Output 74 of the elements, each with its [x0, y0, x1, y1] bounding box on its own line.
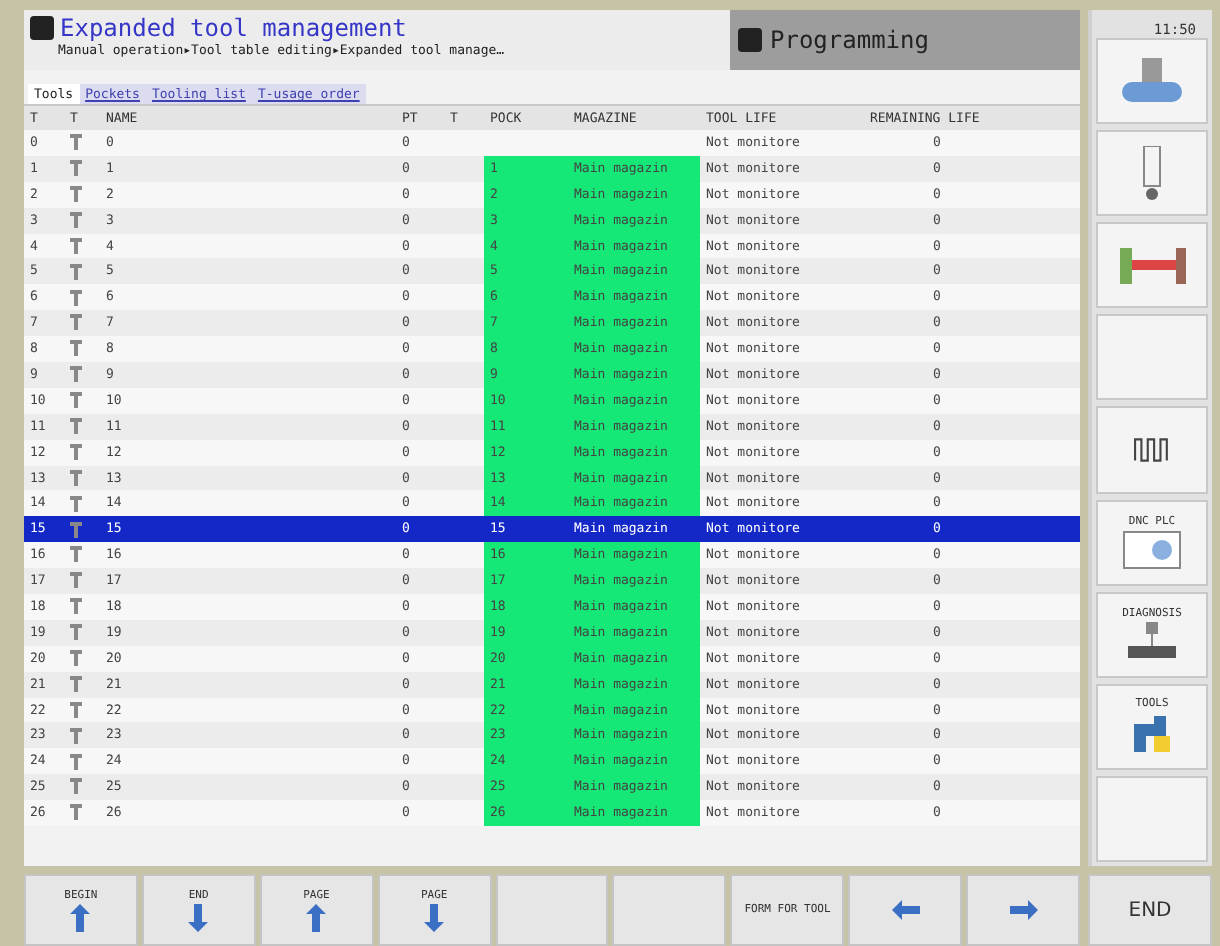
table-cell — [444, 284, 484, 311]
table-cell — [1004, 490, 1080, 517]
table-cell — [444, 490, 484, 517]
network-icon — [1122, 621, 1182, 662]
window-icon — [1122, 529, 1182, 570]
table-cell — [1004, 465, 1080, 491]
table-cell — [1004, 722, 1080, 749]
arrow-icon — [891, 898, 920, 922]
table-cell — [1004, 233, 1080, 259]
side-softkey[interactable] — [1096, 406, 1208, 494]
table-cell — [1004, 336, 1080, 363]
table-cell — [1004, 594, 1080, 620]
table-cell — [1004, 258, 1080, 285]
python-icon — [1130, 711, 1174, 756]
table-cell — [444, 748, 484, 775]
table-cell — [444, 207, 484, 234]
table-cell — [444, 594, 484, 620]
table-cell — [444, 568, 484, 595]
table-cell — [444, 671, 484, 698]
spindle-icon — [1118, 57, 1186, 106]
table-cell — [1004, 671, 1080, 698]
table-cell — [1004, 310, 1080, 337]
table-cell — [1004, 619, 1080, 646]
table-cell — [1004, 439, 1080, 466]
table-cell — [444, 619, 484, 646]
table-cell — [444, 542, 484, 569]
arrow-icon — [422, 903, 447, 931]
table-cell — [444, 155, 484, 182]
table-cell — [444, 465, 484, 491]
arrow-icon — [186, 903, 211, 931]
table-cell — [1004, 748, 1080, 775]
table-cell — [444, 258, 484, 285]
softkey[interactable] — [848, 874, 963, 946]
arrow-icon — [1009, 898, 1038, 922]
table-cell — [444, 800, 484, 827]
tool-icon — [1138, 145, 1166, 202]
arrow-icon — [304, 903, 329, 931]
table-cell — [444, 387, 484, 414]
table-cell — [1004, 387, 1080, 414]
table-cell — [1004, 130, 1080, 156]
table-cell — [444, 774, 484, 801]
table-cell — [1004, 413, 1080, 440]
table-cell — [1004, 181, 1080, 208]
table-cell — [1004, 774, 1080, 801]
end-softkey[interactable]: END — [1088, 874, 1212, 946]
waveform-icon — [1134, 437, 1170, 462]
table-cell — [444, 233, 484, 259]
table-cell — [444, 310, 484, 337]
table-cell — [1004, 207, 1080, 234]
table-cell — [444, 697, 484, 723]
side-softkey[interactable] — [1096, 130, 1208, 217]
table-cell — [1004, 155, 1080, 182]
mode-title: Programming — [770, 26, 929, 54]
window-title: Expanded tool management — [60, 14, 407, 42]
table-cell — [1004, 542, 1080, 569]
softkey[interactable] — [966, 874, 1080, 946]
table-cell — [444, 722, 484, 749]
side-softkey[interactable] — [1096, 222, 1208, 309]
table-cell — [1004, 568, 1080, 595]
table-cell — [444, 336, 484, 363]
table-cell — [1004, 516, 1080, 543]
table-cell — [444, 439, 484, 466]
table-cell — [1004, 284, 1080, 311]
logo-icon — [30, 16, 54, 40]
table-cell — [444, 181, 484, 208]
arrow-icon — [68, 903, 93, 931]
logo-icon — [738, 28, 762, 52]
table-cell — [1004, 645, 1080, 672]
table-cell — [1004, 697, 1080, 723]
table-cell — [444, 362, 484, 388]
table-cell — [444, 413, 484, 440]
table-cell — [1004, 106, 1080, 130]
table-cell — [444, 645, 484, 672]
table-cell — [1004, 362, 1080, 388]
